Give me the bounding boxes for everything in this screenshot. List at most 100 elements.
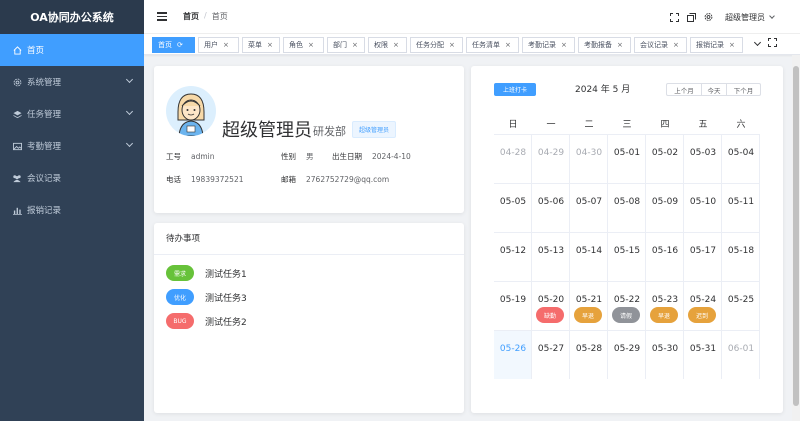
sidebar-item[interactable]: 首页 (0, 34, 144, 66)
close-icon[interactable]: × (223, 41, 229, 49)
chevron-down-icon (769, 13, 775, 19)
fullscreen-icon[interactable] (768, 38, 777, 50)
tab-label: 报销记录 (696, 41, 724, 49)
calendar-day[interactable]: 05-27 (532, 330, 570, 379)
calendar-day[interactable]: 05-21 早退 (570, 281, 608, 330)
next-month-button[interactable]: 下个月 (726, 84, 760, 95)
scrollbar[interactable] (792, 55, 800, 421)
settings-icon[interactable] (704, 13, 713, 22)
calendar-day[interactable]: 05-12 (494, 232, 532, 281)
refresh-icon[interactable]: ⟳ (177, 41, 183, 49)
calendar-day[interactable]: 05-02 (646, 134, 684, 183)
calendar-day[interactable]: 04-30 (570, 134, 608, 183)
breadcrumb-current: 首页 (211, 12, 228, 21)
sidebar-item-label: 报销记录 (27, 206, 62, 216)
prev-month-button[interactable]: 上个月 (667, 84, 701, 95)
calendar-day[interactable]: 05-01 (608, 134, 646, 183)
todo-item[interactable]: 需求 测试任务1 (166, 265, 247, 281)
tab[interactable]: 部门 × (327, 37, 365, 53)
today-button[interactable]: 今天 (701, 84, 726, 95)
calendar-day[interactable]: 05-09 (646, 183, 684, 232)
hamburger-icon[interactable] (157, 12, 167, 21)
calendar-day[interactable]: 05-18 (722, 232, 760, 281)
close-icon[interactable]: × (617, 41, 623, 49)
close-icon[interactable]: × (561, 41, 567, 49)
close-icon[interactable]: × (673, 41, 679, 49)
calendar-day[interactable]: 05-20 缺勤 (532, 281, 570, 330)
close-icon[interactable]: × (505, 41, 511, 49)
close-icon[interactable]: × (449, 41, 455, 49)
calendar-day[interactable]: 05-07 (570, 183, 608, 232)
tab[interactable]: 权限 × (368, 37, 407, 53)
tab[interactable]: 用户 × (198, 37, 239, 53)
calendar-day[interactable]: 05-15 (608, 232, 646, 281)
calendar-day[interactable]: 05-13 (532, 232, 570, 281)
calendar-day[interactable]: 05-23 早退 (646, 281, 684, 330)
calendar-day[interactable]: 05-22 请假 (608, 281, 646, 330)
day-number: 05-03 (689, 148, 717, 158)
chevron-down-icon[interactable] (753, 38, 762, 47)
calendar-day[interactable]: 05-08 (608, 183, 646, 232)
tab[interactable]: 考勤记录 × (522, 37, 575, 53)
calendar-day[interactable]: 04-28 (494, 134, 532, 183)
close-icon[interactable]: × (393, 41, 399, 49)
calendar-day[interactable]: 05-25 (722, 281, 760, 330)
sidebar-item[interactable]: 系统管理 (0, 66, 144, 98)
calendar-day[interactable]: 05-26 (494, 330, 532, 379)
calendar-day[interactable]: 05-28 (570, 330, 608, 379)
tab[interactable]: 会议记录 × (634, 37, 687, 53)
calendar-day[interactable]: 05-17 (684, 232, 722, 281)
sidebar-item[interactable]: 报销记录 (0, 194, 144, 226)
calendar-day[interactable]: 05-05 (494, 183, 532, 232)
calendar-day[interactable]: 05-11 (722, 183, 760, 232)
calendar-day[interactable]: 04-29 (532, 134, 570, 183)
sidebar-item[interactable]: 任务管理 (0, 98, 144, 130)
info-email: 邮箱 2762752729@qq.com (281, 174, 389, 185)
tab[interactable]: 任务分配 × (410, 37, 463, 53)
tab[interactable]: 首页 ⟳ (152, 37, 195, 53)
close-icon[interactable]: × (729, 41, 735, 49)
calendar-day[interactable]: 05-19 (494, 281, 532, 330)
weekday-label: 三 (622, 120, 632, 130)
calendar-day[interactable]: 05-31 (684, 330, 722, 379)
sidebar-item[interactable]: 考勤管理 (0, 130, 144, 162)
tab[interactable]: 报销记录 × (690, 37, 743, 53)
calendar-day[interactable]: 05-16 (646, 232, 684, 281)
chart-icon (11, 206, 23, 215)
day-number: 04-30 (575, 148, 603, 158)
calendar-day[interactable]: 05-29 (608, 330, 646, 379)
day-number: 05-17 (689, 246, 717, 256)
close-icon[interactable]: × (352, 41, 358, 49)
sidebar-item[interactable]: 会议记录 (0, 162, 144, 194)
calendar-day[interactable]: 05-03 (684, 134, 722, 183)
calendar-day[interactable]: 05-10 (684, 183, 722, 232)
tab[interactable]: 考勤报备 × (578, 37, 631, 53)
todo-item[interactable]: 优化 测试任务3 (166, 289, 247, 305)
calendar-day[interactable]: 05-24 迟到 (684, 281, 722, 330)
checkin-button[interactable]: 上班打卡 (494, 83, 536, 96)
weekday-label: 日 (508, 120, 518, 130)
calendar-day[interactable]: 06-01 (722, 330, 760, 379)
copy-icon[interactable] (687, 12, 696, 22)
weekday-label: 二 (584, 120, 594, 130)
calendar-day[interactable]: 05-04 (722, 134, 760, 183)
fullscreen-icon[interactable] (670, 12, 679, 22)
tab-label: 首页 (158, 41, 172, 49)
breadcrumb-home[interactable]: 首页 (183, 11, 199, 22)
calendar-day[interactable]: 05-30 (646, 330, 684, 379)
tab-label: 考勤记录 (528, 41, 556, 49)
tab[interactable]: 任务清单 × (466, 37, 519, 53)
day-number: 05-28 (575, 344, 603, 354)
scrollbar-thumb[interactable] (793, 66, 799, 406)
tab[interactable]: 角色 × (283, 37, 324, 53)
info-email-label: 邮箱 (281, 175, 296, 184)
calendar-day[interactable]: 05-06 (532, 183, 570, 232)
todo-item[interactable]: BUG 测试任务2 (166, 313, 247, 329)
calendar-nav: 上个月 今天 下个月 (666, 83, 761, 96)
calendar-day[interactable]: 05-14 (570, 232, 608, 281)
user-menu[interactable]: 超级管理员 (725, 12, 775, 23)
sidebar-item-label: 会议记录 (27, 174, 62, 184)
close-icon[interactable]: × (267, 41, 273, 49)
close-icon[interactable]: × (308, 41, 314, 49)
tab[interactable]: 菜单 × (242, 37, 280, 53)
